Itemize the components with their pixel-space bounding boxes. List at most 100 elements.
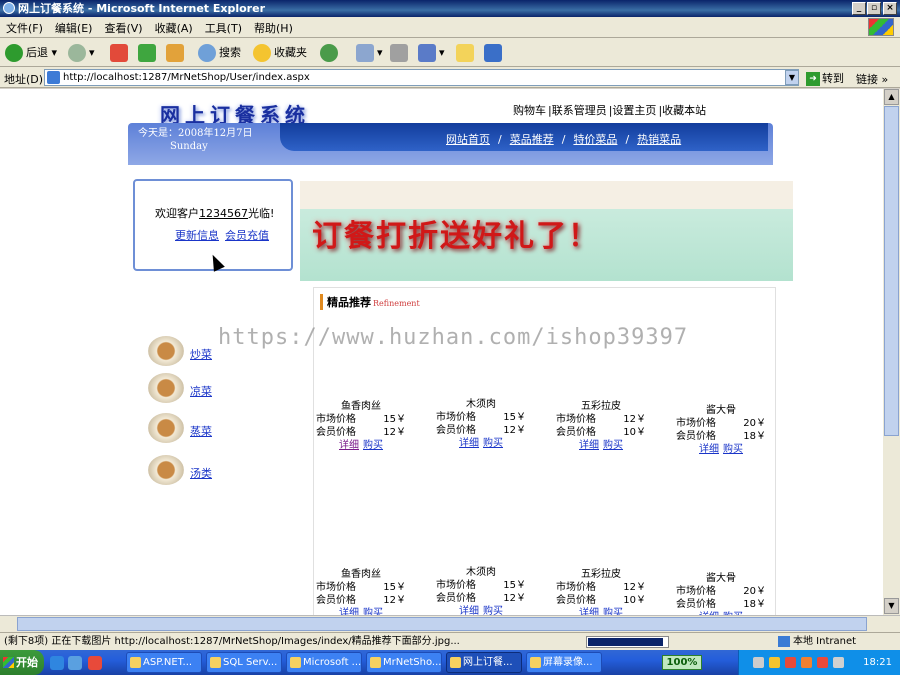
buy-link[interactable]: 购买 xyxy=(363,608,383,615)
maximize-button[interactable]: ▫ xyxy=(867,2,881,15)
buy-link[interactable]: 购买 xyxy=(483,438,503,449)
buy-link[interactable]: 购买 xyxy=(483,606,503,615)
favorites-button[interactable]: 收藏夹 xyxy=(253,42,307,64)
menu-tools[interactable]: 工具(T) xyxy=(199,17,248,39)
buy-link[interactable]: 购买 xyxy=(603,608,623,615)
member-price-label: 会员价格 xyxy=(316,595,356,606)
media-button[interactable] xyxy=(320,42,341,64)
taskbar-task[interactable]: 屏幕录像... xyxy=(526,652,602,673)
vertical-scroll-thumb[interactable] xyxy=(884,106,899,436)
print-button[interactable] xyxy=(390,42,411,64)
buy-link[interactable]: 购买 xyxy=(363,440,383,451)
taskbar-task[interactable]: Microsoft ... xyxy=(286,652,362,673)
tray-icon[interactable] xyxy=(801,657,812,668)
dish-actions: 详细购买 xyxy=(436,605,526,615)
word-icon xyxy=(418,44,436,62)
detail-link[interactable]: 详细 xyxy=(699,444,719,455)
address-input[interactable]: http://localhost:1287/MrNetShop/User/ind… xyxy=(44,69,799,86)
detail-link[interactable]: 详细 xyxy=(459,438,479,449)
go-button[interactable]: ➜ 转到 xyxy=(806,70,844,86)
top-nav-cart[interactable]: 购物车 xyxy=(513,104,546,117)
taskbar-task[interactable]: 网上订餐... xyxy=(446,652,522,673)
menu-help[interactable]: 帮助(H) xyxy=(248,17,299,39)
nav-bestsellers[interactable]: 热销菜品 xyxy=(637,133,681,146)
nav-home[interactable]: 网站首页 xyxy=(446,133,490,146)
category-item-steamed[interactable]: 蒸菜 xyxy=(148,413,228,445)
horizontal-scroll-thumb[interactable] xyxy=(17,617,867,631)
scroll-down-icon[interactable]: ▼ xyxy=(884,598,899,614)
minimize-button[interactable]: _ xyxy=(852,2,866,15)
taskbar-task[interactable]: SQL Serv... xyxy=(206,652,282,673)
status-bar: (剩下8项) 正在下载图片 http://localhost:1287/MrNe… xyxy=(0,632,900,650)
search-button[interactable]: 搜索 xyxy=(198,42,241,64)
refresh-button[interactable] xyxy=(138,42,159,64)
dish-name: 五彩拉皮 xyxy=(581,569,621,580)
taskbar-task[interactable]: ASP.NET... xyxy=(126,652,202,673)
folder-button[interactable] xyxy=(456,42,477,64)
start-button[interactable]: 开始 xyxy=(0,650,44,675)
title-bar: 网上订餐系统 - Microsoft Internet Explorer _ ▫… xyxy=(0,0,900,17)
update-info-link[interactable]: 更新信息 xyxy=(175,229,219,242)
menu-favorites[interactable]: 收藏(A) xyxy=(149,17,199,39)
member-price-label: 会员价格 xyxy=(436,425,476,436)
app-quicklaunch-icon[interactable] xyxy=(88,656,102,670)
top-nav-set-homepage[interactable]: |设置主页 xyxy=(609,104,657,117)
taskbar-task[interactable]: MrNetSho... xyxy=(366,652,442,673)
links-button[interactable]: 链接 » xyxy=(856,71,888,87)
category-link[interactable]: 炒菜 xyxy=(190,346,212,362)
menu-edit[interactable]: 编辑(E) xyxy=(49,17,99,39)
forward-button[interactable]: ▾ xyxy=(68,42,95,64)
dish-card: 鱼香肉丝 市场价格 15￥ 会员价格 12￥ 详细 购买 xyxy=(316,568,406,615)
dish-card: 木须肉 市场价格 15￥ 会员价格 12￥ 详细 购买 xyxy=(436,566,526,615)
tray-icon[interactable] xyxy=(753,657,764,668)
vertical-scrollbar[interactable]: ▲ ▼ xyxy=(883,89,900,615)
detail-link[interactable]: 详细 xyxy=(459,606,479,615)
tray-icon[interactable] xyxy=(769,657,780,668)
folder-icon xyxy=(456,44,474,62)
top-nav-contact-admin[interactable]: |联系管理员 xyxy=(548,104,607,117)
tray-icon[interactable] xyxy=(833,657,844,668)
market-price-row: 市场价格 20￥ xyxy=(676,585,766,598)
category-link[interactable]: 蒸菜 xyxy=(190,423,212,439)
ie-quicklaunch-icon[interactable] xyxy=(50,656,64,670)
dish-card: 鱼香肉丝 市场价格 15￥ 会员价格 12￥ 详细 购买 xyxy=(316,400,406,452)
tray-icon[interactable] xyxy=(785,657,796,668)
menu-file[interactable]: 文件(F) xyxy=(0,17,49,39)
detail-link[interactable]: 详细 xyxy=(579,608,599,615)
category-link[interactable]: 凉菜 xyxy=(190,383,212,399)
back-arrow-icon xyxy=(5,44,23,62)
member-recharge-link[interactable]: 会员充值 xyxy=(225,229,269,242)
back-button[interactable]: 后退 ▾ xyxy=(5,42,57,64)
watermark: https://www.huzhan.com/ishop39397 xyxy=(218,325,689,350)
address-dropdown-button[interactable]: ▼ xyxy=(785,70,799,85)
explorer-quicklaunch-icon[interactable] xyxy=(68,656,82,670)
home-button[interactable] xyxy=(166,42,187,64)
horizontal-scrollbar[interactable] xyxy=(0,615,900,632)
site-header: 网上订餐系统 购物车 |联系管理员 |设置主页 |收藏本站 今天是：2008年12月7… xyxy=(128,93,773,166)
close-button[interactable]: × xyxy=(883,2,897,15)
promo-banner: 订餐打折送好礼了！ xyxy=(300,181,793,281)
start-label: 开始 xyxy=(16,656,38,669)
detail-link[interactable]: 详细 xyxy=(579,440,599,451)
detail-link[interactable]: 详细 xyxy=(339,440,359,451)
category-item-cold-dishes[interactable]: 凉菜 xyxy=(148,373,228,405)
market-price-row: 市场价格 15￥ xyxy=(436,411,526,424)
category-item-soups[interactable]: 汤类 xyxy=(148,455,228,487)
member-price-row: 会员价格 10￥ xyxy=(556,594,646,607)
media-icon xyxy=(320,44,338,62)
mail-button[interactable]: ▾ xyxy=(356,42,383,64)
buy-link[interactable]: 购买 xyxy=(723,444,743,455)
category-item-stir-fry[interactable]: 炒菜 xyxy=(148,336,228,368)
top-nav-bookmark[interactable]: |收藏本站 xyxy=(658,104,706,117)
tray-icon[interactable] xyxy=(817,657,828,668)
messenger-button[interactable] xyxy=(484,42,505,64)
stop-button[interactable] xyxy=(110,42,131,64)
detail-link[interactable]: 详细 xyxy=(339,608,359,615)
nav-specials[interactable]: 特价菜品 xyxy=(573,133,617,146)
nav-recommended[interactable]: 菜品推荐 xyxy=(510,133,554,146)
category-link[interactable]: 汤类 xyxy=(190,465,212,481)
buy-link[interactable]: 购买 xyxy=(603,440,623,451)
menu-view[interactable]: 查看(V) xyxy=(98,17,148,39)
scroll-up-icon[interactable]: ▲ xyxy=(884,89,899,105)
edit-button[interactable]: ▾ xyxy=(418,42,445,64)
